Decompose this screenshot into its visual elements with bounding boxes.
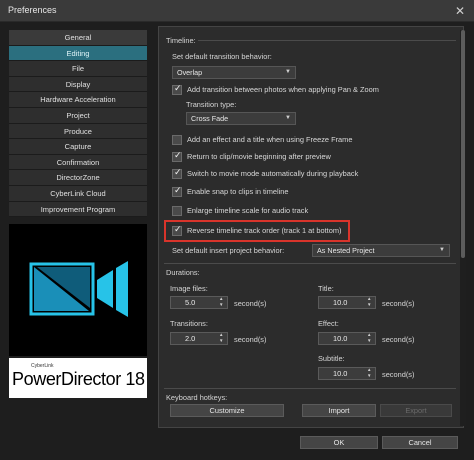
enlarge-scale-checkbox[interactable]: [172, 206, 182, 216]
transition-behavior-label: Set default transition behavior:: [172, 52, 272, 61]
nav-item-produce[interactable]: Produce: [9, 123, 147, 140]
chevron-down-icon: ▼: [285, 115, 291, 121]
nav-item-directorzone[interactable]: DirectorZone: [9, 170, 147, 186]
subtitle-duration-label: Subtitle:: [318, 354, 345, 363]
customize-button[interactable]: Customize: [170, 404, 284, 417]
nav-item-hardware-acceleration[interactable]: Hardware Acceleration: [9, 92, 147, 108]
export-button: Export: [380, 404, 452, 417]
stepper-arrows-icon[interactable]: ▲ ▼: [367, 296, 373, 308]
switch-movie-mode-label: Switch to movie mode automatically durin…: [187, 169, 359, 178]
timeline-group-divider: [198, 40, 456, 41]
timeline-group-label: Timeline:: [166, 36, 196, 45]
enable-snap-checkbox[interactable]: [172, 185, 182, 197]
product-brand: CyberLink PowerDirector 18: [9, 358, 147, 398]
hotkeys-group-label: Keyboard hotkeys:: [166, 393, 228, 402]
title-duration-stepper[interactable]: 10.0 ▲ ▼: [318, 296, 376, 309]
stepper-arrows-icon[interactable]: ▲ ▼: [367, 367, 373, 379]
transition-behavior-value: Overlap: [177, 68, 203, 77]
durations-group-label: Durations:: [166, 268, 200, 277]
scrollbar-thumb[interactable]: [461, 30, 465, 258]
brand-product: PowerDirector 18: [12, 369, 145, 389]
switch-movie-mode-checkbox[interactable]: [172, 167, 182, 179]
insert-behavior-select[interactable]: As Nested Project ▼: [312, 244, 450, 257]
effect-duration-unit: second(s): [382, 335, 415, 344]
subtitle-duration-stepper[interactable]: 10.0 ▲ ▼: [318, 367, 376, 380]
nav-item-capture[interactable]: Capture: [9, 139, 147, 155]
enlarge-scale-label: Enlarge timeline scale for audio track: [187, 206, 309, 215]
durations-top-divider: [164, 263, 456, 264]
transitions-duration-label: Transitions:: [170, 319, 208, 328]
insert-behavior-value: As Nested Project: [317, 246, 375, 255]
subtitle-duration-unit: second(s): [382, 370, 415, 379]
image-files-label: Image files:: [170, 284, 208, 293]
return-beginning-checkbox[interactable]: [172, 150, 182, 162]
stepper-arrows-icon[interactable]: ▲ ▼: [219, 296, 225, 308]
effect-title-label: Add an effect and a title when using Fre…: [187, 135, 353, 144]
nav-item-editing[interactable]: Editing: [9, 45, 147, 62]
cancel-button[interactable]: Cancel: [382, 436, 458, 449]
window-title: Preferences: [8, 5, 57, 15]
effect-title-checkbox[interactable]: [172, 135, 182, 145]
transition-type-value: Cross Fade: [191, 114, 229, 123]
nav-item-improvement-program[interactable]: Improvement Program: [9, 201, 147, 218]
image-files-value: 5.0: [185, 298, 196, 307]
nav-item-file[interactable]: File: [9, 61, 147, 77]
add-transition-checkbox[interactable]: [172, 83, 182, 95]
effect-duration-value: 10.0: [333, 334, 348, 343]
image-files-unit: second(s): [234, 299, 267, 308]
title-duration-unit: second(s): [382, 299, 415, 308]
return-beginning-label: Return to clip/movie beginning after pre…: [187, 152, 331, 161]
nav-item-cyberlink-cloud[interactable]: CyberLink Cloud: [9, 185, 147, 202]
add-transition-label: Add transition between photos when apply…: [187, 85, 379, 94]
annotation-highlight-box: [164, 220, 350, 242]
insert-behavior-label: Set default insert project behavior:: [172, 246, 285, 255]
nav-item-display[interactable]: Display: [9, 76, 147, 93]
ok-button[interactable]: OK: [300, 436, 378, 449]
settings-scrollbar[interactable]: [460, 30, 466, 426]
import-button[interactable]: Import: [302, 404, 376, 417]
hotkeys-top-divider: [164, 388, 456, 389]
title-duration-value: 10.0: [333, 298, 348, 307]
subtitle-duration-value: 10.0: [333, 369, 348, 378]
effect-duration-label: Effect:: [318, 319, 339, 328]
image-files-stepper[interactable]: 5.0 ▲ ▼: [170, 296, 228, 309]
stepper-arrows-icon[interactable]: ▲ ▼: [219, 332, 225, 344]
enable-snap-label: Enable snap to clips in timeline: [187, 187, 289, 196]
transitions-duration-stepper[interactable]: 2.0 ▲ ▼: [170, 332, 228, 345]
transition-behavior-select[interactable]: Overlap ▼: [172, 66, 296, 79]
chevron-down-icon: ▼: [439, 247, 445, 253]
transition-type-label: Transition type:: [186, 100, 237, 109]
chevron-down-icon: ▼: [285, 69, 291, 75]
effect-duration-stepper[interactable]: 10.0 ▲ ▼: [318, 332, 376, 345]
nav-item-general[interactable]: General: [9, 30, 147, 46]
stepper-arrows-icon[interactable]: ▲ ▼: [367, 332, 373, 344]
powerdirector-logo-icon: [9, 224, 147, 356]
transitions-duration-unit: second(s): [234, 335, 267, 344]
nav-item-project[interactable]: Project: [9, 107, 147, 124]
transitions-duration-value: 2.0: [185, 334, 196, 343]
nav-item-confirmation[interactable]: Confirmation: [9, 154, 147, 171]
transition-type-select[interactable]: Cross Fade ▼: [186, 112, 296, 125]
close-icon[interactable]: ✕: [452, 3, 468, 19]
category-nav: General Editing File Display Hardware Ac…: [9, 30, 147, 218]
title-duration-label: Title:: [318, 284, 334, 293]
title-bar: Preferences ✕: [0, 0, 474, 22]
